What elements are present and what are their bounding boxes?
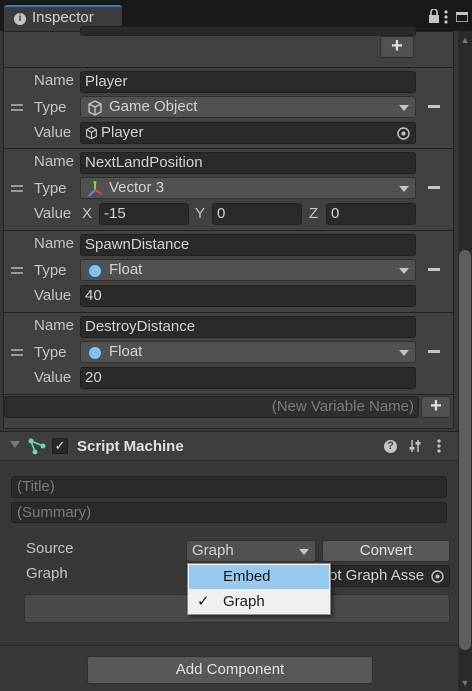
type-label: Type — [34, 262, 67, 279]
value-label: Value — [34, 287, 72, 304]
source-value: Graph — [192, 542, 234, 559]
name-field[interactable]: Player — [80, 71, 416, 93]
drag-handle-icon[interactable] — [11, 185, 23, 192]
object-picker-icon[interactable] — [431, 570, 444, 583]
x-field[interactable]: -15 — [99, 203, 189, 225]
name-label: Name — [34, 72, 75, 89]
chevron-down-icon — [399, 105, 409, 111]
name-label: Name — [34, 235, 75, 252]
object-value: Player — [101, 124, 144, 141]
scroll-down-icon[interactable]: ▼ — [458, 676, 472, 690]
type-label: Type — [34, 99, 67, 116]
float-icon — [89, 347, 101, 359]
drag-handle-icon[interactable] — [11, 104, 23, 111]
variable-row: Name NextLandPosition Type Vector 3 Valu… — [4, 149, 453, 231]
enabled-checkbox[interactable]: ✓ — [52, 438, 68, 454]
script-machine-header[interactable]: ✓ Script Machine ? — [0, 431, 458, 461]
graph-asset-value: ot Graph Asse — [329, 567, 425, 584]
new-variable-name-input[interactable]: (New Variable Name) — [4, 396, 419, 418]
type-value: Game Object — [109, 98, 198, 115]
chevron-down-icon — [399, 186, 409, 192]
y-field[interactable]: 0 — [212, 203, 302, 225]
lock-icon[interactable] — [428, 9, 440, 23]
scrollbar-thumb[interactable] — [459, 250, 471, 650]
summary-input[interactable]: (Summary) — [11, 502, 447, 523]
source-dropdown[interactable]: Graph — [186, 540, 316, 562]
y-label: Y — [195, 205, 206, 222]
axes-icon — [88, 181, 103, 197]
name-field[interactable]: NextLandPosition — [80, 152, 416, 174]
foldout-arrow-icon[interactable] — [10, 441, 20, 448]
add-component-button[interactable]: Add Component — [87, 656, 373, 684]
value-field[interactable]: 20 — [80, 367, 416, 389]
add-variable-button[interactable]: + — [421, 396, 451, 418]
minimize-icon[interactable] — [456, 12, 468, 22]
remove-variable-button[interactable] — [428, 186, 440, 189]
type-value: Vector 3 — [109, 179, 165, 196]
name-label: Name — [34, 153, 75, 170]
type-dropdown[interactable]: Float — [80, 259, 416, 281]
source-popup-menu: Embed ✓ Graph — [187, 563, 331, 615]
value-field[interactable]: 40 — [80, 285, 416, 307]
remove-variable-button[interactable] — [428, 105, 440, 108]
drag-handle-icon[interactable] — [11, 349, 23, 356]
z-field[interactable]: 0 — [326, 203, 416, 225]
title-input[interactable]: (Title) — [11, 476, 447, 498]
variable-row: Name Player Type Game Object Value Playe… — [4, 67, 453, 149]
chevron-down-icon — [299, 549, 309, 555]
name-field[interactable]: DestroyDistance — [80, 316, 416, 338]
component-title: Script Machine — [77, 438, 184, 455]
settings-sliders-icon[interactable] — [408, 439, 422, 453]
name-field[interactable]: SpawnDistance — [80, 234, 416, 256]
chevron-down-icon — [399, 350, 409, 356]
remove-variable-button[interactable] — [428, 268, 440, 271]
value-label: Value — [34, 369, 72, 386]
type-value: Float — [109, 343, 143, 360]
scroll-up-icon[interactable]: ▲ — [458, 33, 472, 47]
popup-item-label: Embed — [223, 568, 271, 585]
graph-asset-field[interactable]: ot Graph Asse — [322, 565, 450, 587]
type-dropdown[interactable]: Vector 3 — [80, 177, 416, 199]
value-label: Value — [34, 124, 72, 141]
value-label: Value — [34, 205, 72, 222]
type-label: Type — [34, 180, 67, 197]
z-label: Z — [309, 205, 319, 222]
type-dropdown[interactable]: Float — [80, 341, 416, 363]
type-value: Float — [109, 261, 143, 278]
type-dropdown[interactable]: Game Object — [80, 96, 416, 118]
object-picker-icon[interactable] — [397, 127, 410, 140]
float-icon — [89, 265, 101, 277]
variable-row: Name DestroyDistance Type Float Value 20 — [4, 313, 453, 395]
type-label: Type — [34, 344, 67, 361]
cube-icon — [88, 100, 102, 116]
variable-row: Name SpawnDistance Type Float Value 40 — [4, 231, 453, 313]
object-field[interactable]: Player — [80, 122, 416, 144]
add-item-button[interactable]: + — [380, 36, 414, 58]
popup-item-embed[interactable]: Embed — [189, 565, 329, 589]
info-icon: i — [14, 13, 26, 25]
graph-label: Graph — [26, 565, 68, 582]
drag-handle-icon[interactable] — [11, 267, 23, 274]
divider — [0, 645, 458, 646]
source-label: Source — [26, 540, 74, 557]
check-icon: ✓ — [197, 593, 210, 610]
x-label: X — [82, 205, 93, 222]
popup-item-label: Graph — [223, 593, 265, 610]
chevron-down-icon — [399, 268, 409, 274]
tab-label: Inspector — [32, 9, 94, 26]
name-label: Name — [34, 317, 75, 334]
variable-list: + Name Player Type Game Object Value Pla… — [3, 26, 454, 429]
help-icon[interactable]: ? — [384, 440, 397, 453]
more-icon[interactable] — [444, 10, 448, 24]
flow-graph-icon — [28, 438, 46, 455]
previous-field — [80, 26, 416, 36]
component-menu-icon[interactable] — [437, 439, 441, 453]
convert-button[interactable]: Convert — [322, 540, 450, 562]
cube-icon — [86, 126, 97, 140]
popup-item-graph[interactable]: ✓ Graph — [189, 590, 329, 614]
remove-variable-button[interactable] — [428, 350, 440, 353]
